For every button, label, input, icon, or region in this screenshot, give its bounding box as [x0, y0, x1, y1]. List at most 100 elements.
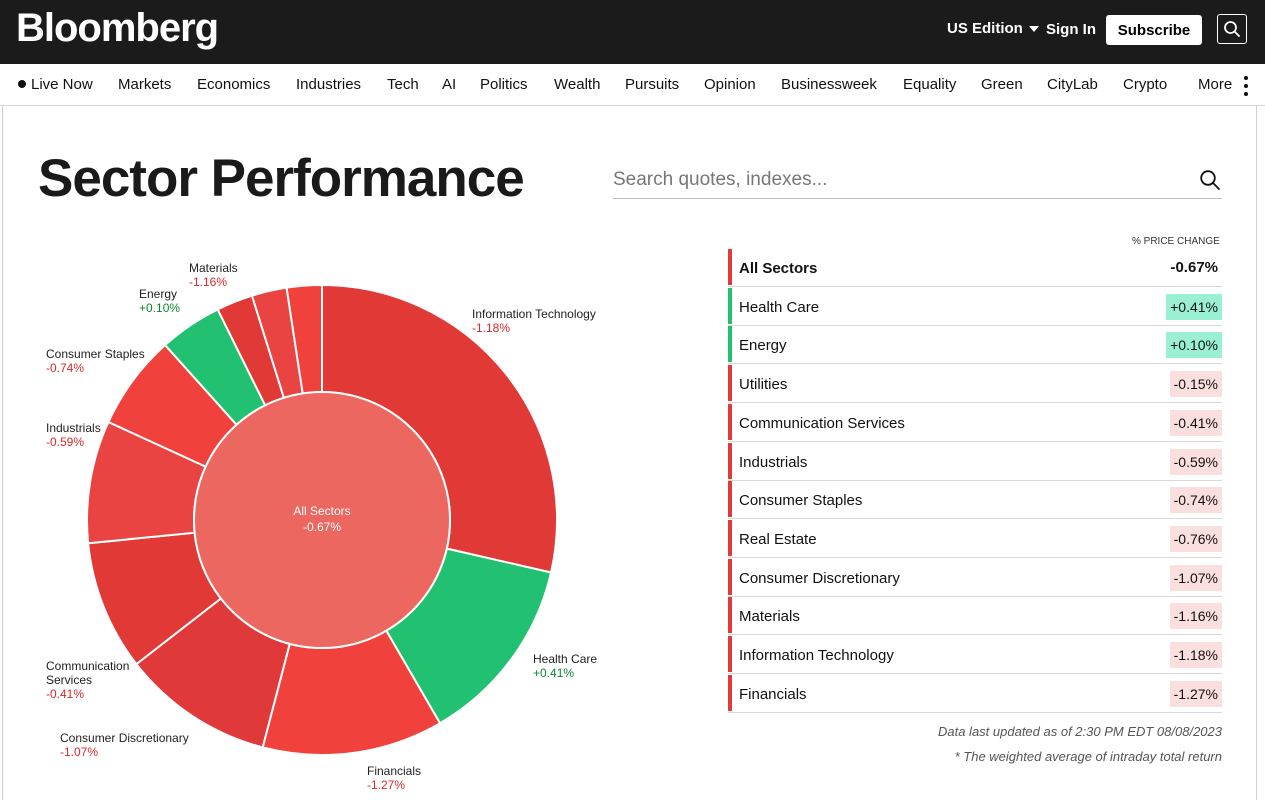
- row-indicator: [728, 481, 732, 518]
- row-value: +0.41%: [1166, 293, 1222, 320]
- row-name: Materials: [739, 608, 800, 626]
- search-button[interactable]: [1217, 14, 1247, 44]
- search-icon[interactable]: [1199, 169, 1221, 191]
- live-dot-icon: [18, 80, 26, 88]
- row-name: Consumer Staples: [739, 492, 863, 510]
- sign-in-link[interactable]: Sign In: [1046, 21, 1096, 38]
- table-row[interactable]: Financials -1.27%: [728, 674, 1222, 713]
- segment-value-label: -0.41%: [46, 687, 84, 701]
- table-row[interactable]: Energy +0.10%: [728, 326, 1222, 365]
- segment-value-label: -1.07%: [60, 745, 98, 759]
- nav-item-pursuits[interactable]: Pursuits: [625, 76, 679, 93]
- table-row[interactable]: Consumer Discretionary -1.07%: [728, 558, 1222, 597]
- row-name: Utilities: [739, 376, 788, 394]
- segment-label: Consumer Discretionary: [60, 731, 189, 745]
- nav-item-opinion[interactable]: Opinion: [704, 76, 756, 93]
- segment-label: Information Technology: [472, 307, 596, 321]
- bloomberg-logo[interactable]: Bloomberg: [16, 6, 219, 51]
- row-value: -1.16%: [1169, 603, 1222, 630]
- sector-donut-chart: All Sectors -0.67% Information Technolog…: [46, 261, 597, 792]
- row-indicator: [728, 249, 732, 285]
- row-indicator: [728, 365, 732, 402]
- segment-label: Health Care: [533, 652, 597, 666]
- row-value: -0.74%: [1169, 487, 1222, 514]
- segment-label: Services: [46, 673, 92, 687]
- row-name: Communication Services: [739, 414, 905, 432]
- row-name: All Sectors: [739, 260, 818, 277]
- nav-item-equality[interactable]: Equality: [903, 76, 956, 93]
- segment-value-label: -1.27%: [367, 778, 405, 792]
- nav-item-industries[interactable]: Industries: [296, 76, 361, 93]
- row-indicator: [728, 326, 732, 363]
- row-name: Real Estate: [739, 530, 817, 548]
- last-updated: Data last updated as of 2:30 PM EDT 08/0…: [937, 724, 1222, 739]
- nav-item-markets[interactable]: Markets: [118, 76, 171, 93]
- row-indicator: [728, 636, 732, 672]
- row-value: -0.15%: [1169, 371, 1222, 398]
- nav-item-tech[interactable]: Tech: [387, 76, 419, 93]
- top-bar: Bloomberg US Edition Sign In Subscribe: [0, 0, 1265, 64]
- table-row[interactable]: Industrials -0.59%: [728, 442, 1222, 481]
- table-row[interactable]: Utilities -0.15%: [728, 365, 1222, 404]
- row-indicator: [728, 442, 732, 479]
- table-row[interactable]: Communication Services -0.41%: [728, 403, 1222, 442]
- nav-item-wealth[interactable]: Wealth: [554, 76, 600, 93]
- table-row[interactable]: Materials -1.16%: [728, 597, 1222, 636]
- row-indicator: [728, 558, 732, 595]
- edition-selector[interactable]: US Edition: [947, 20, 1039, 37]
- subscribe-button[interactable]: Subscribe: [1106, 15, 1202, 45]
- row-name: Industrials: [739, 453, 808, 471]
- nav-item-businessweek[interactable]: Businessweek: [781, 76, 877, 93]
- nav-item-crypto[interactable]: Crypto: [1123, 76, 1167, 93]
- segment-label: Industrials: [46, 421, 101, 435]
- nav-item-more[interactable]: More: [1198, 76, 1232, 93]
- row-value: +0.10%: [1166, 332, 1222, 359]
- center-label: All Sectors: [293, 504, 350, 518]
- segment-label: Financials: [367, 764, 421, 778]
- chevron-down-icon: [1028, 25, 1039, 32]
- segment-label: Materials: [189, 261, 238, 275]
- nav-item-ai[interactable]: AI: [442, 76, 456, 93]
- table-row[interactable]: Real Estate -0.76%: [728, 519, 1222, 558]
- row-value: -0.67%: [1170, 259, 1218, 276]
- table-row-all-sectors[interactable]: All Sectors -0.67%: [728, 249, 1222, 287]
- segment-label: Energy: [139, 287, 177, 301]
- segment-value-label: -0.59%: [46, 435, 84, 449]
- row-name: Energy: [739, 337, 787, 355]
- nav-item-citylab[interactable]: CityLab: [1047, 76, 1098, 93]
- row-indicator: [728, 403, 732, 440]
- table-row[interactable]: Health Care +0.41%: [728, 287, 1222, 326]
- nav-item-economics[interactable]: Economics: [197, 76, 270, 93]
- row-value: -1.18%: [1169, 642, 1222, 668]
- row-indicator: [728, 287, 732, 324]
- segment-value-label: -1.18%: [472, 321, 510, 335]
- row-value: -1.07%: [1169, 564, 1222, 591]
- table-row[interactable]: Consumer Staples -0.74%: [728, 481, 1222, 520]
- page-title: Sector Performance: [38, 149, 525, 208]
- row-name: Financials: [739, 685, 807, 703]
- nav-item-politics[interactable]: Politics: [480, 76, 528, 93]
- row-name: Consumer Discretionary: [739, 569, 900, 587]
- more-vertical-icon[interactable]: [1243, 76, 1249, 96]
- nav-item-label: Live Now: [31, 76, 93, 93]
- segment-value-label: +0.10%: [139, 301, 180, 315]
- column-header: % PRICE CHANGE: [1132, 236, 1220, 247]
- row-indicator: [728, 597, 732, 634]
- search-icon: [1224, 21, 1240, 37]
- search-underline: [613, 198, 1222, 199]
- row-name: Health Care: [739, 298, 820, 316]
- segment-value-label: +0.41%: [533, 666, 574, 680]
- segment-value-label: -0.74%: [46, 361, 84, 375]
- footnote: * The weighted average of intraday total…: [954, 749, 1222, 764]
- segment-label: Consumer Staples: [46, 347, 145, 361]
- segment-value-label: -1.16%: [189, 275, 227, 289]
- row-name: Information Technology: [739, 647, 894, 664]
- center-value: -0.67%: [303, 520, 341, 534]
- nav-item-green[interactable]: Green: [981, 76, 1023, 93]
- row-value: -0.76%: [1169, 525, 1222, 552]
- search-input[interactable]: [613, 164, 1193, 196]
- nav-item-live-now[interactable]: Live Now: [18, 76, 93, 93]
- row-indicator: [728, 519, 732, 556]
- row-value: -1.27%: [1169, 680, 1222, 707]
- table-row[interactable]: Information Technology -1.18%: [728, 636, 1222, 674]
